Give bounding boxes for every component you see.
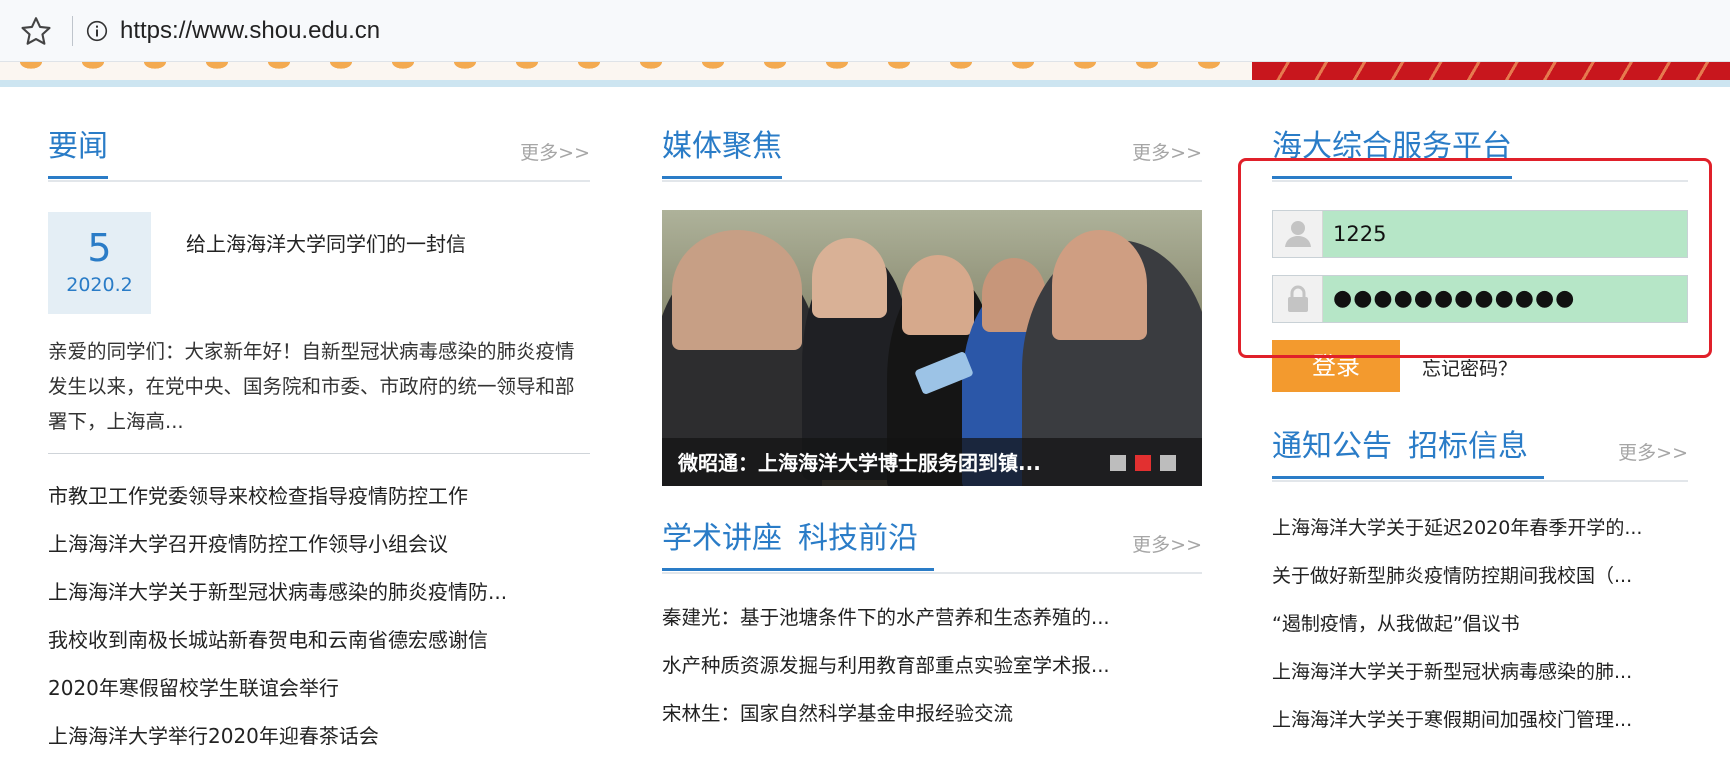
notice-item[interactable]: 上海海洋大学关于寒假期间加强校门管理... bbox=[1272, 696, 1642, 744]
news-item[interactable]: 上海海洋大学举行2020年迎春茶话会 bbox=[48, 712, 507, 760]
academic-item[interactable]: 宋林生：国家自然科学基金申报经验交流 bbox=[662, 690, 1110, 738]
news-title[interactable]: 要闻 bbox=[48, 128, 108, 179]
star-icon[interactable] bbox=[18, 14, 54, 50]
tab-announcements[interactable]: 通知公告 bbox=[1272, 429, 1392, 464]
lead-news-summary: 亲爱的同学们：大家新年好！自新型冠状病毒感染的肺炎疫情发生以来，在党中央、国务院… bbox=[48, 340, 575, 433]
news-more-link[interactable]: 更多>> bbox=[520, 138, 590, 165]
address-separator bbox=[72, 16, 73, 46]
login-highlight-box bbox=[1238, 158, 1712, 358]
news-item[interactable]: 上海海洋大学关于新型冠状病毒感染的肺炎疫情防... bbox=[48, 568, 507, 616]
news-section: 要闻 更多>> 5 2020.2 给上海海洋大学同学们的一封信 亲爱的同学们：大… bbox=[48, 122, 590, 748]
notice-item[interactable]: 上海海洋大学关于新型冠状病毒感染的肺... bbox=[1272, 648, 1642, 696]
lead-date-badge: 5 2020.2 bbox=[48, 212, 151, 314]
slide-dot[interactable] bbox=[1110, 455, 1126, 471]
lead-date-month: 2020.2 bbox=[66, 274, 133, 296]
photo-person bbox=[812, 238, 887, 318]
slide-caption-bar: 微昭通：上海海洋大学博士服务团到镇... bbox=[662, 438, 1202, 486]
lead-news-title[interactable]: 给上海海洋大学同学们的一封信 bbox=[186, 228, 466, 257]
academic-section: 学术讲座 科技前沿 更多>> bbox=[662, 514, 1202, 574]
news-item[interactable]: 我校收到南极长城站新春贺电和云南省德宏感谢信 bbox=[48, 616, 507, 664]
academic-item[interactable]: 秦建光：基于池塘条件下的水产营养和生态养殖的... bbox=[662, 594, 1110, 642]
academic-item[interactable]: 水产种质资源发掘与利用教育部重点实验室学术报... bbox=[662, 642, 1110, 690]
news-item[interactable]: 2020年寒假留校学生联谊会举行 bbox=[48, 664, 507, 712]
academic-tabs: 学术讲座 科技前沿 bbox=[662, 520, 934, 571]
media-section: 媒体聚焦 更多>> 微昭通：上海海洋大学博士服务团到镇... 学术讲座科技前沿 bbox=[662, 122, 1202, 725]
academic-header: 学术讲座 科技前沿 更多>> bbox=[662, 514, 1202, 574]
info-icon[interactable] bbox=[86, 20, 108, 42]
academic-list: 秦建光：基于池塘条件下的水产营养和生态养殖的... 水产种质资源发掘与利用教育部… bbox=[662, 594, 1110, 738]
lead-date-day: 5 bbox=[87, 226, 112, 270]
url-text[interactable]: https://www.shou.edu.cn bbox=[120, 17, 380, 45]
news-item[interactable]: 市教卫工作党委领导来校检查指导疫情防控工作 bbox=[48, 472, 507, 520]
notices-header: 通知公告 招标信息 更多>> bbox=[1272, 422, 1688, 482]
photo-person bbox=[672, 230, 802, 350]
banner-lanterns bbox=[0, 62, 1250, 80]
tab-academic-lectures[interactable]: 学术讲座 bbox=[662, 521, 782, 556]
notices-section: 通知公告 招标信息 更多>> bbox=[1272, 422, 1688, 482]
slide-dot-active[interactable] bbox=[1135, 455, 1151, 471]
tab-tech-frontier[interactable]: 科技前沿 bbox=[798, 521, 918, 556]
media-title[interactable]: 媒体聚焦 bbox=[662, 128, 782, 179]
media-slideshow[interactable]: 微昭通：上海海洋大学博士服务团到镇... bbox=[662, 210, 1202, 486]
notice-item[interactable]: “遏制疫情，从我做起”倡议书 bbox=[1272, 600, 1642, 648]
news-divider bbox=[48, 453, 590, 454]
photo-person bbox=[902, 255, 974, 335]
address-bar: https://www.shou.edu.cn bbox=[0, 0, 1730, 62]
banner-divider bbox=[0, 80, 1730, 87]
media-more-link[interactable]: 更多>> bbox=[1132, 138, 1202, 165]
slide-indicators bbox=[1110, 455, 1176, 471]
news-list: 市教卫工作党委领导来校检查指导疫情防控工作 上海海洋大学召开疫情防控工作领导小组… bbox=[48, 472, 507, 760]
news-item[interactable]: 上海海洋大学召开疫情防控工作领导小组会议 bbox=[48, 520, 507, 568]
platform-section: 海大综合服务平台 1225 ●●●●●●●●●●●● 登录 忘记密码？ 通知公告… bbox=[1238, 122, 1712, 731]
banner-red-pattern bbox=[1252, 62, 1730, 80]
photo-person bbox=[1052, 230, 1147, 340]
notice-item[interactable]: 上海海洋大学关于延迟2020年春季开学的... bbox=[1272, 504, 1642, 552]
academic-more-link[interactable]: 更多>> bbox=[1132, 530, 1202, 557]
notices-more-link[interactable]: 更多>> bbox=[1618, 438, 1688, 465]
news-header: 要闻 更多>> bbox=[48, 122, 590, 182]
forgot-password-link[interactable]: 忘记密码？ bbox=[1422, 354, 1517, 381]
tab-bidding-info[interactable]: 招标信息 bbox=[1408, 429, 1528, 464]
festive-banner bbox=[0, 62, 1730, 80]
media-header: 媒体聚焦 更多>> bbox=[662, 122, 1202, 182]
notice-list: 上海海洋大学关于延迟2020年春季开学的... 关于做好新型肺炎疫情防控期间我校… bbox=[1272, 504, 1642, 744]
notices-tabs: 通知公告 招标信息 bbox=[1272, 428, 1544, 479]
slide-dot[interactable] bbox=[1160, 455, 1176, 471]
slide-caption[interactable]: 微昭通：上海海洋大学博士服务团到镇... bbox=[678, 447, 1041, 476]
notice-item[interactable]: 关于做好新型肺炎疫情防控期间我校国（... bbox=[1272, 552, 1642, 600]
